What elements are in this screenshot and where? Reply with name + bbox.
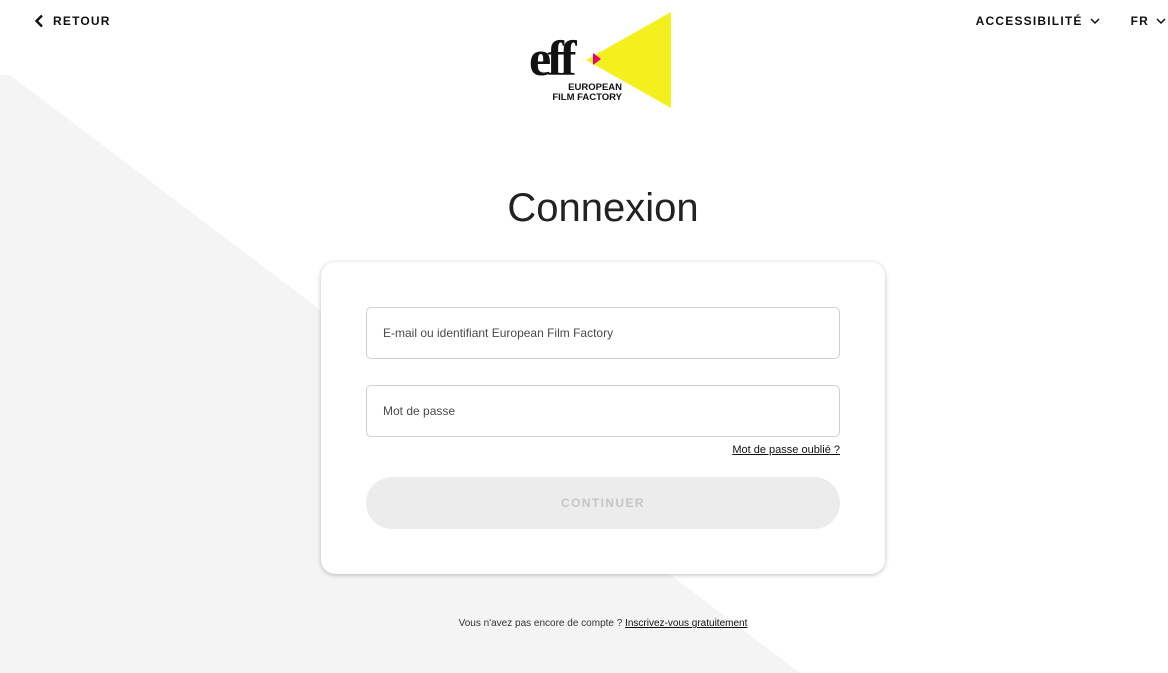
eff-logo[interactable]: eff EUROPEAN FILM FACTORY <box>528 12 678 110</box>
signup-prompt-text: Vous n'avez pas encore de compte ? <box>458 618 623 629</box>
accessibility-dropdown[interactable]: ACCESSIBILITÉ <box>976 14 1100 28</box>
login-card: Mot de passe oublié ? CONTINUER <box>321 262 885 574</box>
continue-button[interactable]: CONTINUER <box>366 477 840 529</box>
chevron-left-icon <box>34 14 44 28</box>
back-label: RETOUR <box>53 14 111 28</box>
language-dropdown[interactable]: FR <box>1131 14 1166 28</box>
signup-prompt: Vous n'avez pas encore de compte ? Inscr… <box>0 618 1168 629</box>
email-field[interactable] <box>366 307 840 359</box>
signup-link[interactable]: Inscrivez-vous gratuitement <box>625 618 747 629</box>
accessibility-label: ACCESSIBILITÉ <box>975 14 1083 28</box>
page-title: Connexion <box>507 186 699 230</box>
language-label: FR <box>1130 14 1149 28</box>
logo-caption-line2: FILM FACTORY <box>552 92 622 103</box>
chevron-down-icon <box>1090 17 1100 25</box>
logo-caption: EUROPEAN FILM FACTORY <box>530 83 622 103</box>
back-link[interactable]: RETOUR <box>34 14 111 28</box>
forgot-password-link[interactable]: Mot de passe oublié ? <box>732 444 840 456</box>
logo-wordmark: eff <box>529 30 578 86</box>
top-right-menu: ACCESSIBILITÉ FR <box>976 14 1168 28</box>
chevron-down-icon <box>1156 17 1166 25</box>
password-field[interactable] <box>366 385 840 437</box>
